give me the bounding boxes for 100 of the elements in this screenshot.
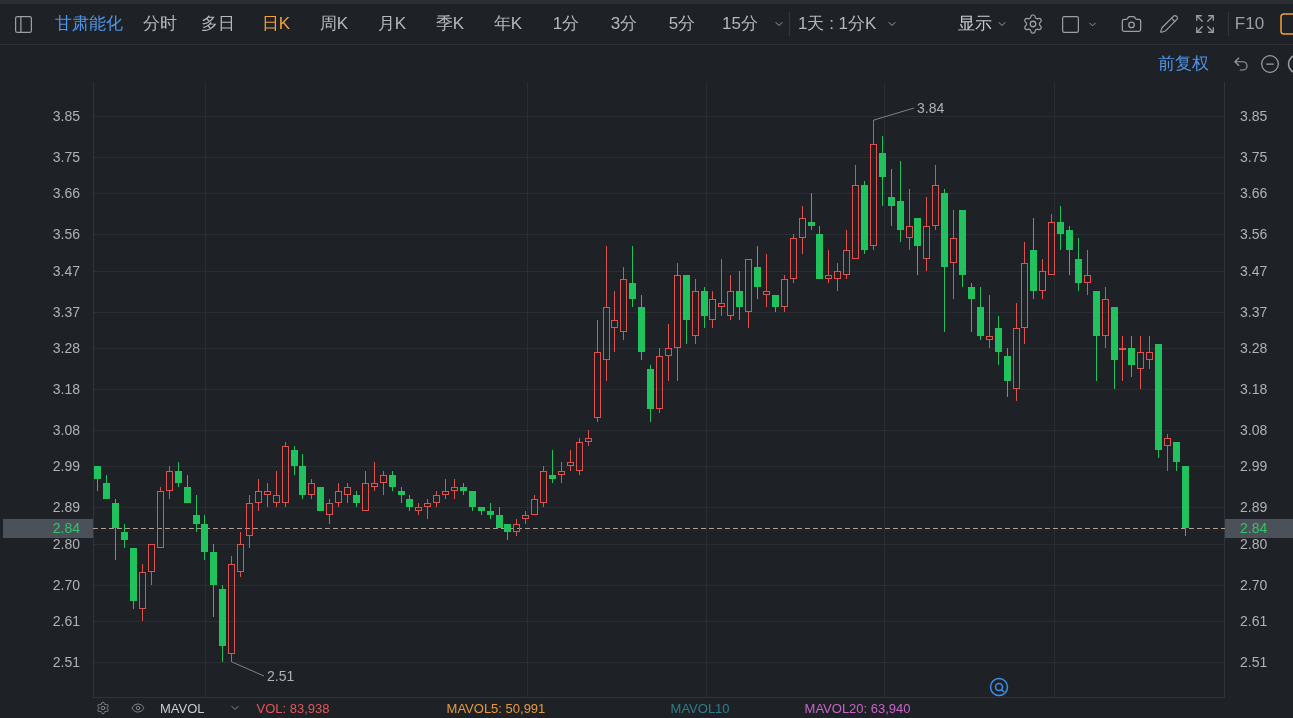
candle [825, 249, 832, 284]
pencil-icon[interactable] [1159, 14, 1179, 34]
display-menu-button[interactable]: 显示 [958, 11, 1008, 37]
candle [255, 478, 262, 512]
candle [558, 461, 565, 484]
eye-icon[interactable] [131, 701, 145, 715]
candle [1075, 237, 1082, 292]
candle [389, 470, 396, 492]
axis-label: 2.80 [1240, 535, 1268, 552]
candle [478, 506, 485, 516]
period-tab[interactable]: 季K [428, 11, 472, 37]
axis-label: 2.99 [52, 458, 80, 475]
period-tab[interactable]: 15分 [718, 11, 762, 37]
candle [977, 286, 984, 341]
candle [1084, 249, 1091, 296]
candle [157, 486, 164, 548]
settings-icon[interactable] [1022, 13, 1044, 35]
candle [1146, 335, 1153, 370]
candle [968, 282, 975, 333]
candle [166, 465, 173, 500]
sidebar-icon[interactable] [13, 13, 34, 35]
candle [843, 229, 850, 280]
square-icon[interactable] [1060, 13, 1081, 35]
candle [130, 547, 137, 610]
candle [513, 518, 520, 537]
candle [879, 135, 886, 207]
candle [647, 364, 654, 423]
price-annotation: 2.51 [267, 668, 295, 684]
candle [576, 437, 583, 476]
candle [442, 478, 449, 500]
candle [995, 315, 1002, 366]
candle [317, 486, 324, 512]
price-annotation: 3.84 [917, 100, 945, 116]
candle [540, 465, 547, 508]
candle [692, 278, 699, 345]
zoom-out-icon[interactable] [1260, 53, 1280, 74]
candle [1137, 335, 1144, 390]
indicator-name: MAVOL [160, 701, 205, 715]
axis-label: 2.80 [52, 535, 80, 552]
axis-label: 3.47 [52, 262, 80, 279]
camera-icon[interactable] [1119, 13, 1144, 35]
f10-button[interactable]: F10 [1234, 11, 1265, 37]
axis-label: 3.18 [1240, 381, 1268, 397]
current-price-label: 2.84 [1225, 519, 1293, 538]
axis-label: 2.51 [1240, 654, 1268, 671]
candle [531, 494, 538, 515]
candle [175, 461, 182, 488]
axis-label: 2.70 [1240, 576, 1268, 593]
period-tab[interactable]: 月K [370, 11, 414, 37]
candle [344, 482, 351, 504]
candle [335, 482, 342, 508]
period-tab[interactable]: 分时 [138, 11, 182, 37]
period-tab[interactable]: 周K [312, 11, 356, 37]
period-tab[interactable]: 日K [254, 11, 298, 37]
axis-label: 2.89 [52, 499, 80, 516]
candle [1164, 433, 1171, 472]
period-tab[interactable]: 1分 [544, 11, 588, 37]
candle [94, 465, 101, 492]
axis-label: 3.85 [1240, 107, 1268, 124]
axis-label: 3.75 [52, 148, 80, 165]
tile-icon[interactable] [1280, 13, 1293, 35]
settings-icon[interactable] [96, 701, 110, 715]
candle [567, 449, 574, 472]
axis-label: 3.18 [52, 381, 80, 397]
candle [549, 449, 556, 484]
axis-label: 2.61 [1240, 613, 1268, 630]
candle [264, 482, 271, 508]
candle [1182, 465, 1189, 537]
stock-name[interactable]: 甘肃能化 [55, 13, 131, 35]
target-icon[interactable] [989, 677, 1009, 697]
axis-label: 3.08 [52, 421, 80, 438]
candle [629, 245, 636, 308]
axis-label: 3.66 [52, 185, 80, 202]
current-price-label: 2.84 [3, 519, 93, 538]
candle [986, 294, 993, 349]
candle [112, 498, 119, 561]
period-tab[interactable]: 3分 [602, 11, 646, 37]
candle [326, 498, 333, 525]
period-tab[interactable]: 5分 [660, 11, 704, 37]
axis-label: 3.56 [1240, 226, 1268, 243]
undo-icon[interactable] [1232, 54, 1250, 73]
candle [103, 474, 110, 500]
fullscreen-icon[interactable] [1194, 13, 1216, 35]
axis-label: 3.66 [1240, 185, 1268, 202]
candle [745, 259, 752, 329]
ref-line-label: 2.84 [52, 520, 81, 536]
candle [754, 245, 761, 300]
candle [380, 470, 387, 496]
axis-label: 2.89 [1240, 499, 1268, 516]
candle [246, 494, 253, 549]
candle [273, 470, 280, 508]
axis-label: 3.08 [1240, 421, 1268, 438]
candle [1039, 258, 1046, 300]
leader-line [873, 107, 915, 121]
period-tab[interactable]: 年K [486, 11, 530, 37]
range-selector[interactable]: 1天 : 1分K [798, 11, 899, 37]
candle [371, 461, 378, 492]
adjustment-button[interactable]: 前复权 [1158, 51, 1209, 76]
candle [638, 294, 645, 361]
period-tab[interactable]: 多日 [196, 11, 240, 37]
